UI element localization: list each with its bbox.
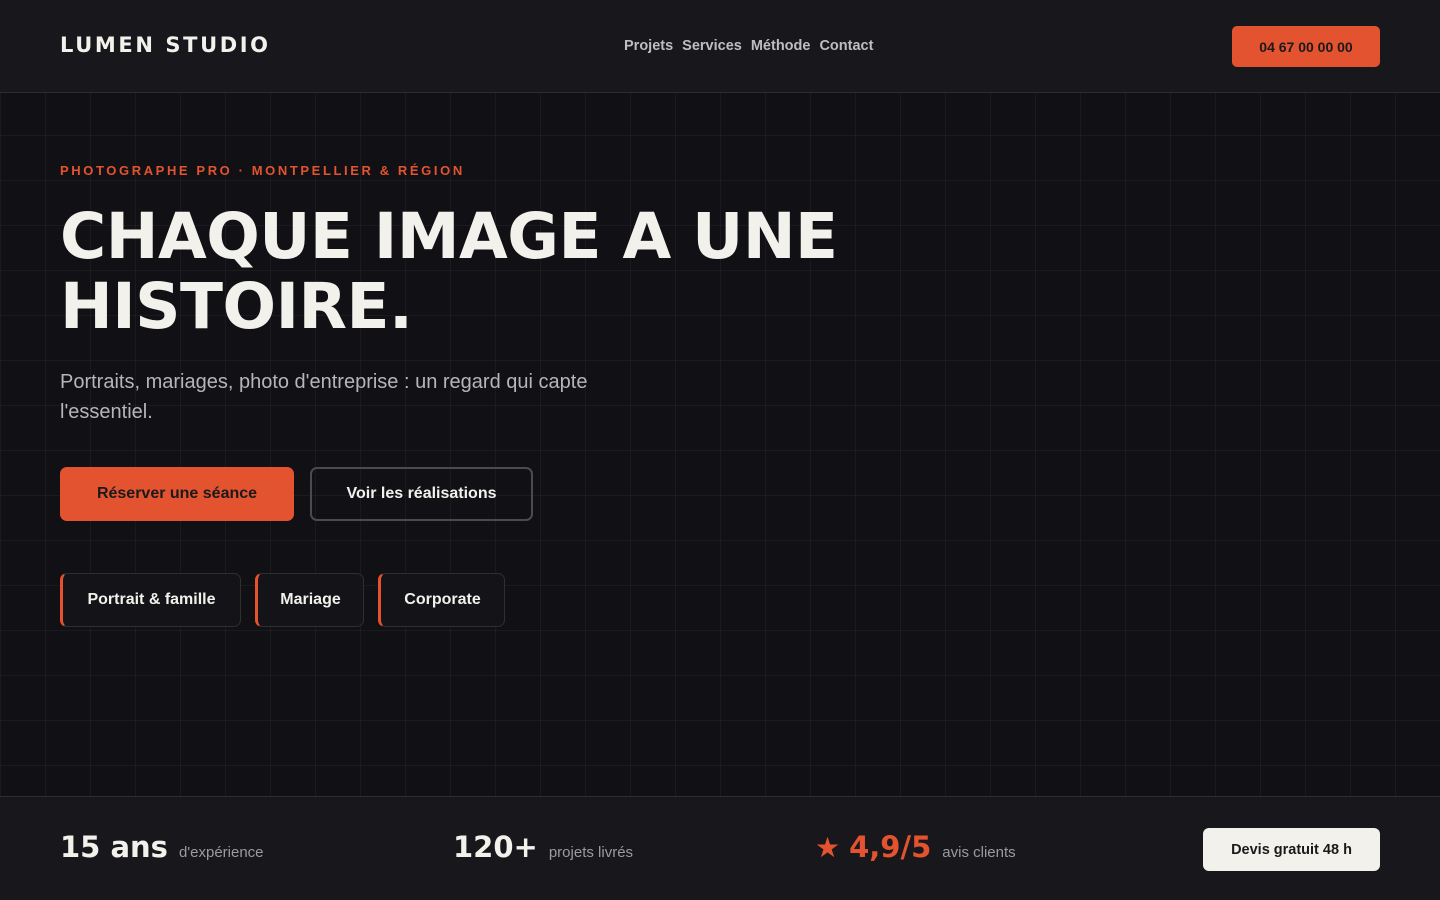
free-quote-button[interactable]: Devis gratuit 48 h [1203,828,1380,871]
site-header: LUMEN STUDIO Projets Services Méthode Co… [0,0,1440,93]
category-chip-corporate[interactable]: Corporate [378,573,505,627]
hero-subtitle: Portraits, mariages, photo d'entreprise … [60,371,588,423]
nav-link-contact[interactable]: Contact [819,38,873,54]
nav-link-projets[interactable]: Projets [624,38,673,54]
background-grid [0,0,1440,900]
book-session-button[interactable]: Réserver une séance [60,467,294,521]
category-chip-mariage[interactable]: Mariage [255,573,364,627]
stat-projects: 120+ projets livrés [453,830,633,864]
headline-line-2: HISTOIRE. [60,270,413,343]
headline-line-1: CHAQUE IMAGE A UNE [60,200,838,273]
stat-experience: 15 ans d'expérience [60,830,264,864]
hero-headline: CHAQUE IMAGE A UNE HISTOIRE. [60,202,960,342]
stat-label: projets livrés [548,844,634,861]
hero-eyebrow: PHOTOGRAPHE PRO · MONTPELLIER & RÉGION [60,163,465,178]
view-work-button[interactable]: Voir les réalisations [310,467,533,521]
nav-link-services[interactable]: Services [682,38,742,54]
stat-value: 120+ [453,830,538,864]
stat-value: 4,9/5 [849,830,932,864]
stats-bar: 15 ans d'expérience 120+ projets livrés … [0,796,1440,900]
star-icon: ★ [815,832,841,863]
stat-rating: ★ 4,9/5 avis clients [815,830,1016,864]
logo[interactable]: LUMEN STUDIO [60,33,271,57]
stat-label: d'expérience [178,844,264,861]
phone-button[interactable]: 04 67 00 00 00 [1232,26,1380,67]
stat-value: 15 ans [60,830,168,864]
main-nav: Projets Services Méthode Contact [624,38,873,54]
nav-link-methode[interactable]: Méthode [751,38,811,54]
stat-label: avis clients [942,844,1016,861]
category-chip-portrait[interactable]: Portrait & famille [60,573,241,627]
